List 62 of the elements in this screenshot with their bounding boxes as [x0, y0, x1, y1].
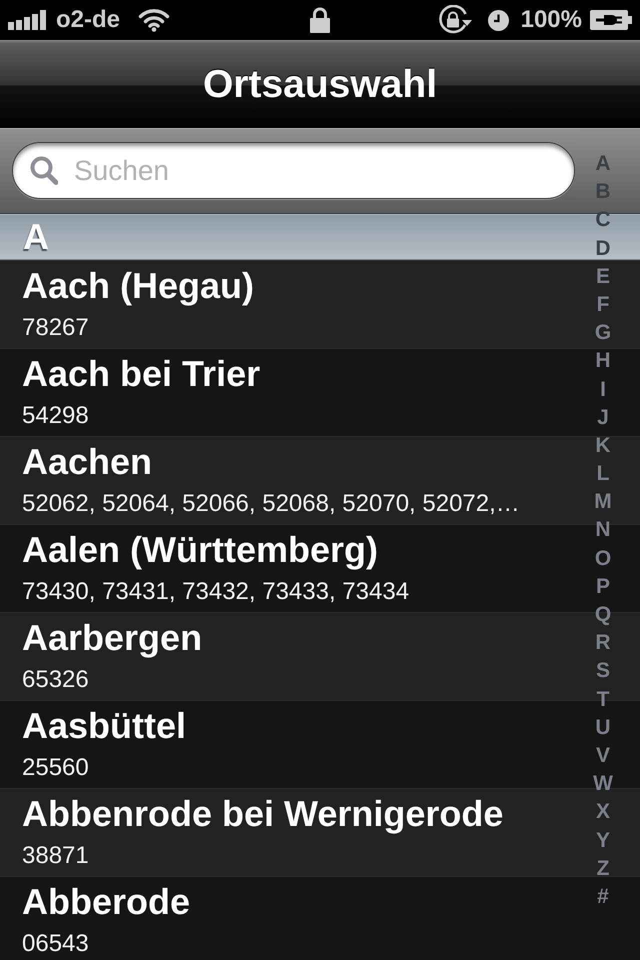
index-letter[interactable]: S: [596, 657, 610, 686]
index-letter[interactable]: J: [597, 404, 609, 432]
index-letter[interactable]: Z: [596, 854, 610, 883]
postcode-text: 73430, 73431, 73432, 73433, 73434: [22, 578, 410, 606]
index-letter[interactable]: #: [597, 882, 609, 912]
battery-charging-icon: [590, 10, 632, 30]
search-field[interactable]: Suchen: [12, 142, 575, 199]
index-letter[interactable]: H: [595, 347, 611, 376]
signal-bars-icon: [8, 10, 48, 30]
place-name: Aalen (Württemberg): [22, 529, 378, 571]
index-letter[interactable]: Q: [594, 601, 612, 630]
list-row[interactable]: Aach (Hegau) 78267: [0, 260, 578, 348]
index-letter[interactable]: F: [596, 290, 610, 320]
postcode-text: 65326: [22, 666, 89, 694]
index-letter[interactable]: N: [595, 516, 611, 545]
index-letter[interactable]: P: [596, 572, 610, 601]
clock-icon: [488, 10, 509, 30]
index-letter[interactable]: V: [596, 742, 610, 770]
index-letter[interactable]: X: [596, 798, 610, 826]
index-letter[interactable]: O: [594, 544, 612, 573]
index-letter[interactable]: G: [594, 319, 612, 348]
index-letter[interactable]: R: [595, 629, 611, 658]
lock-icon: [310, 7, 330, 33]
nav-title: Ortsauswahl: [202, 62, 438, 106]
index-letter[interactable]: I: [600, 376, 606, 404]
list-row[interactable]: Aachen 52062, 52064, 52066, 52068, 52070, 52072,…: [0, 436, 578, 524]
place-name: Aachen: [22, 441, 152, 483]
postcode-text: 78267: [22, 314, 89, 342]
index-letter[interactable]: D: [595, 234, 611, 263]
list-row[interactable]: Abberode 06543: [0, 876, 578, 960]
place-name: Aach bei Trier: [22, 353, 260, 395]
place-name: Aarbergen: [22, 617, 202, 659]
postcode-text: 54298: [22, 402, 89, 430]
rotation-lock-icon: [438, 5, 472, 35]
postcode-text: 25560: [22, 754, 89, 782]
index-letter[interactable]: U: [595, 714, 611, 742]
list-row[interactable]: Aalen (Württemberg) 73430, 73431, 73432, 73433, 73434: [0, 524, 578, 612]
postcode-text: 38871: [22, 842, 89, 870]
section-header: A: [0, 214, 578, 260]
postcode-text: 06543: [22, 930, 89, 958]
place-name: Aasbüttel: [22, 705, 186, 747]
index-letter[interactable]: E: [596, 262, 610, 291]
carrier-name: o2-de: [56, 6, 120, 34]
index-letter[interactable]: C: [595, 206, 611, 235]
index-letter[interactable]: A: [595, 150, 611, 178]
index-letter[interactable]: L: [596, 460, 610, 488]
list-row[interactable]: Aach bei Trier 54298: [0, 348, 578, 436]
list-row[interactable]: Abbenrode bei Wernigerode 38871: [0, 788, 578, 876]
search-icon: [30, 156, 58, 185]
battery-percent: 100%: [520, 6, 582, 34]
index-letter[interactable]: M: [594, 488, 612, 516]
place-name: Abbenrode bei Wernigerode: [22, 793, 504, 835]
index-letter[interactable]: Y: [596, 826, 610, 855]
postcode-text: 52062, 52064, 52066, 52068, 52070, 52072,…: [22, 490, 520, 518]
place-name: Aach (Hegau): [22, 265, 254, 307]
index-letter[interactable]: W: [593, 770, 613, 798]
wifi-icon: [138, 8, 170, 32]
list-row[interactable]: Aarbergen 65326: [0, 612, 578, 700]
index-letter[interactable]: T: [596, 686, 610, 714]
place-name: Abberode: [22, 881, 190, 923]
index-letter[interactable]: K: [595, 432, 611, 460]
list-row[interactable]: Aasbüttel 25560: [0, 700, 578, 788]
